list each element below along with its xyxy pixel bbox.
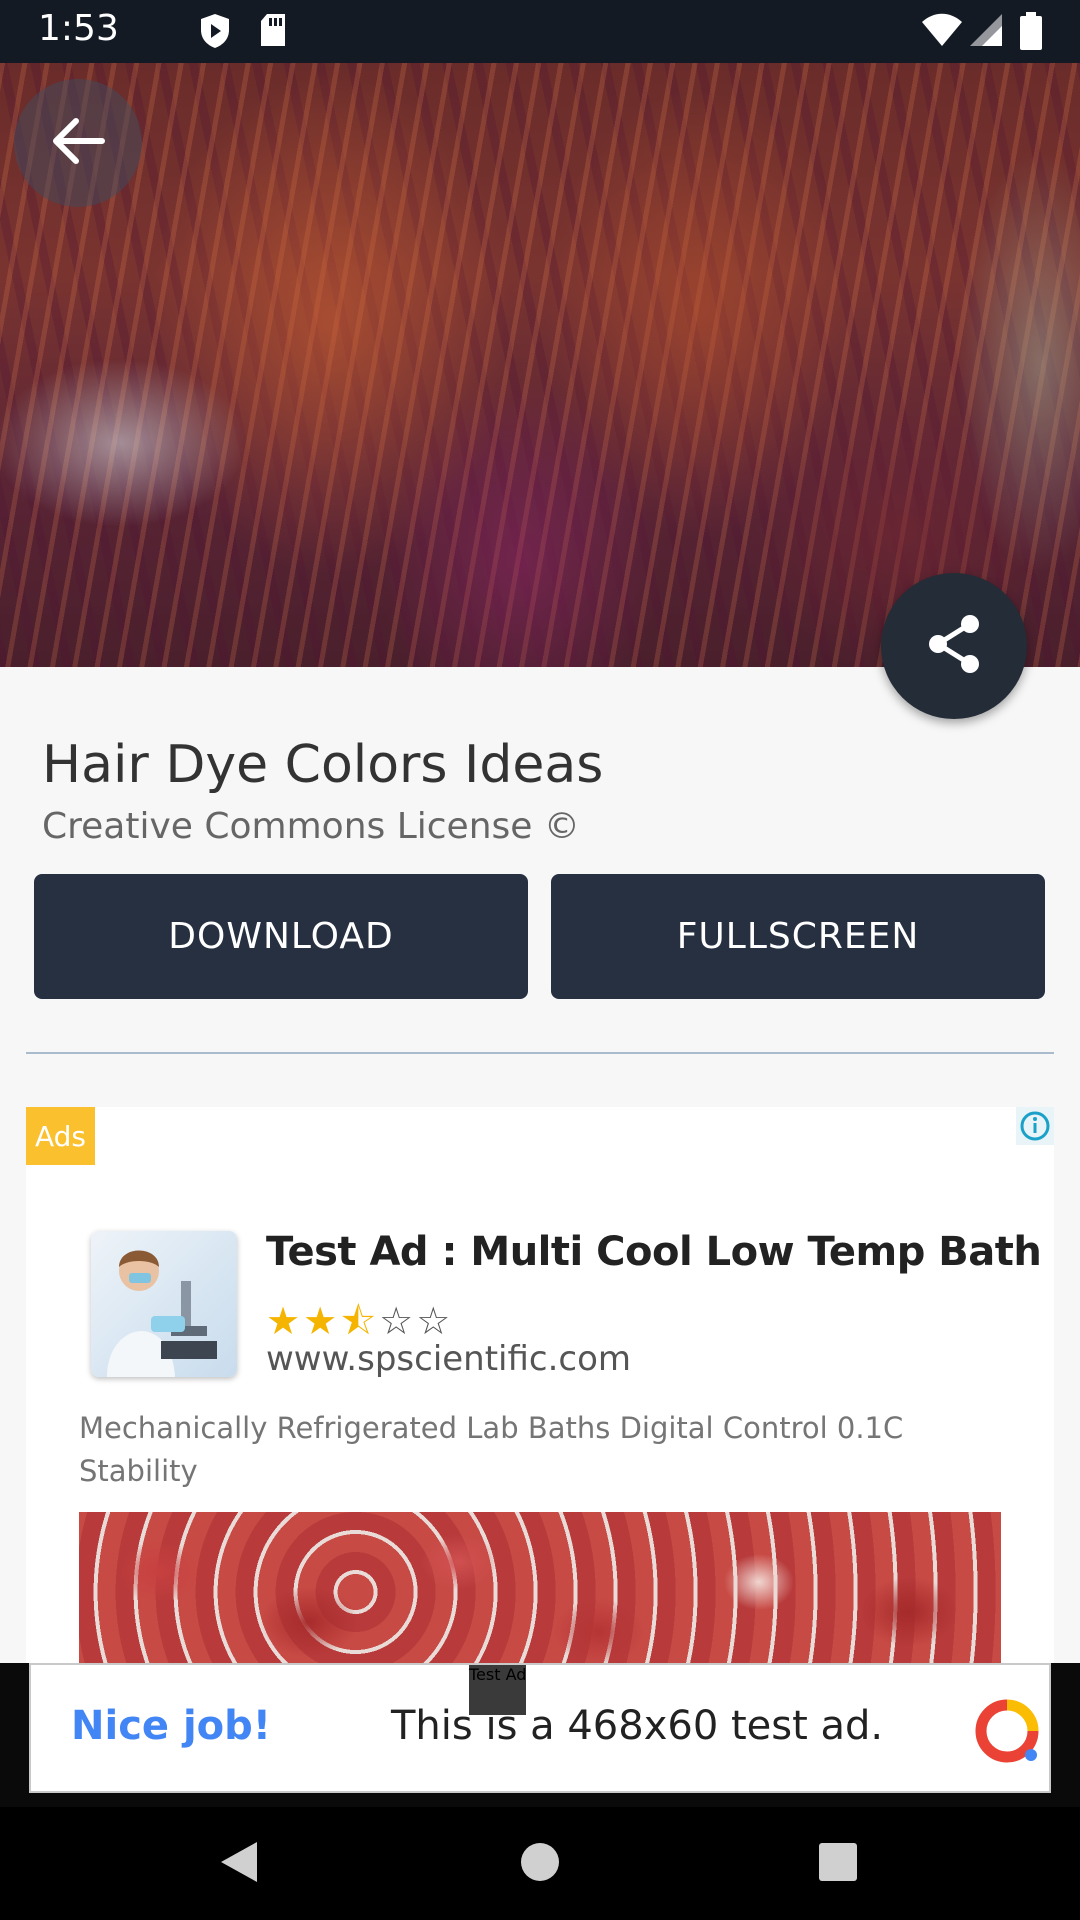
- ad-body-text: Mechanically Refrigerated Lab Baths Digi…: [79, 1411, 904, 1488]
- star-full-icon: ★: [303, 1299, 341, 1343]
- test-ad-tag: Test Ad: [469, 1665, 527, 1715]
- signal-icon: [968, 12, 1004, 54]
- banner-message: This is a 468x60 test ad.: [391, 1703, 884, 1749]
- banner-ad-content[interactable]: Nice job! This is a 468x60 test ad.: [29, 1663, 1051, 1793]
- ad-media-image[interactable]: [79, 1512, 1001, 1667]
- wallpaper-image[interactable]: [0, 63, 1080, 667]
- star-half-icon: ⯪: [340, 1299, 380, 1343]
- ad-headline[interactable]: Test Ad : Multi Cool Low Temp Bath: [266, 1229, 1042, 1275]
- banner-ad[interactable]: Nice job! This is a 468x60 test ad.: [0, 1663, 1080, 1807]
- nav-home-button[interactable]: [480, 1807, 600, 1920]
- sd-card-icon: [258, 12, 288, 54]
- nav-home-icon: [519, 1841, 561, 1887]
- nav-recents-icon: [817, 1841, 859, 1887]
- download-button[interactable]: DOWNLOAD: [34, 874, 528, 999]
- info-icon[interactable]: [1016, 1107, 1054, 1145]
- star-empty-icon: ☆: [416, 1299, 454, 1343]
- arrow-back-icon: [48, 113, 108, 173]
- ads-badge: Ads: [26, 1107, 95, 1165]
- ad-url[interactable]: www.spscientific.com: [266, 1339, 631, 1379]
- nav-back-icon: [217, 1838, 261, 1890]
- shield-notification-icon: [198, 12, 232, 54]
- native-ad-card[interactable]: Ads Test Ad : Multi Cool Low Temp Bath ★…: [26, 1107, 1054, 1667]
- nav-back-button[interactable]: [179, 1807, 299, 1920]
- nav-recents-button[interactable]: [778, 1807, 898, 1920]
- fullscreen-button[interactable]: FULLSCREEN: [551, 874, 1045, 999]
- ad-logo-icon: [973, 1699, 1043, 1769]
- page-title: Hair Dye Colors Ideas: [42, 735, 604, 795]
- back-button[interactable]: [14, 79, 142, 207]
- share-button[interactable]: [881, 573, 1027, 719]
- star-empty-icon: ☆: [379, 1299, 417, 1343]
- star-full-icon: ★: [266, 1299, 304, 1343]
- navigation-bar: [0, 1807, 1080, 1920]
- license-text: Creative Commons License ©: [42, 806, 580, 847]
- wifi-icon: [920, 12, 964, 54]
- battery-icon: [1018, 12, 1044, 56]
- banner-nice-text: Nice job!: [71, 1703, 272, 1749]
- status-time: 1:53: [38, 8, 119, 49]
- share-icon: [926, 614, 982, 678]
- divider: [26, 1052, 1054, 1054]
- ad-thumbnail-image[interactable]: [91, 1231, 237, 1377]
- status-bar: 1:53: [0, 0, 1080, 63]
